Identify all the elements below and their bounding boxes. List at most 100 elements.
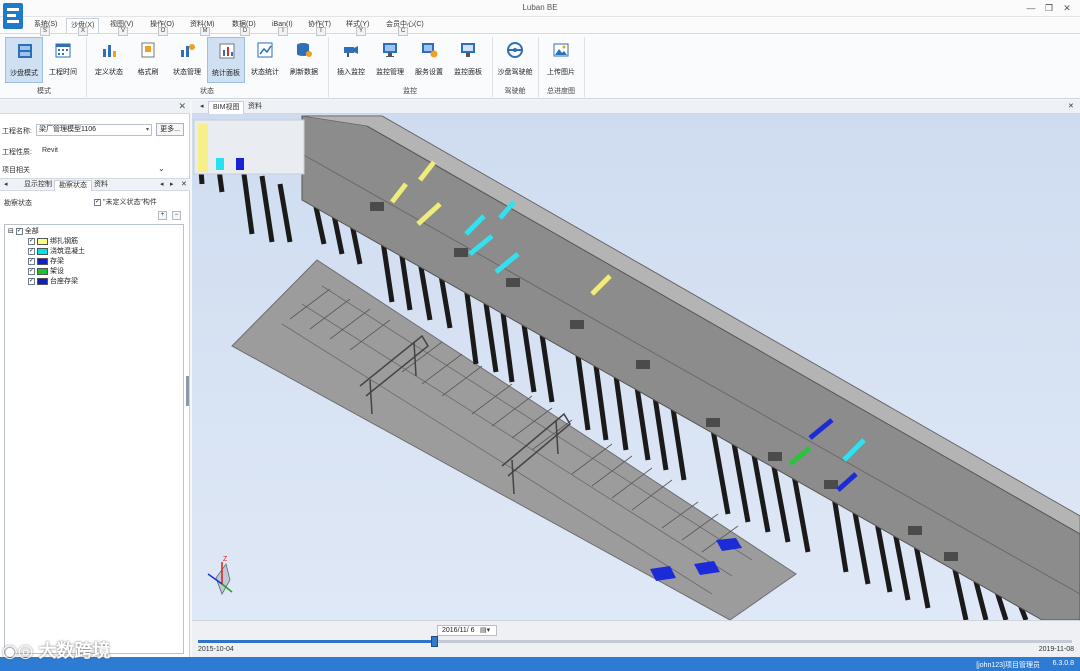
current-date-value: 2016/11/ 6 [442, 627, 475, 634]
restore-button[interactable]: ❐ [1042, 2, 1056, 14]
ribbon: 沙盘模式 工程时间 模式 定义状态 格式刷 状态管理 统计面板 状态统计 刷新数… [0, 33, 1080, 99]
viewport-tab-close-icon[interactable]: ✕ [1064, 101, 1078, 114]
tree-item-checkbox[interactable]: ✓ [28, 257, 35, 265]
steering-wheel-icon [507, 42, 523, 58]
undefined-status-checkbox[interactable]: ✓ [94, 198, 101, 206]
timeline-slider-thumb[interactable] [430, 636, 438, 647]
add-status-button[interactable]: + [158, 211, 167, 220]
bim-3d-viewport[interactable]: Z [192, 114, 1080, 620]
legend-bar-yellow [198, 124, 208, 172]
monitor-panel-button[interactable]: 监控面板 [449, 37, 487, 83]
calendar-picker-icon[interactable]: ▤▾ [480, 626, 490, 634]
minimize-button[interactable]: — [1024, 2, 1038, 14]
panel-header: ✕ [0, 100, 190, 114]
group-label-cockpit: 驾驶舱 [504, 88, 526, 95]
status-color-swatch [37, 267, 48, 275]
axis-z-label: Z [223, 556, 228, 563]
project-time-label: 工程时间 [49, 69, 77, 76]
tree-item[interactable]: ✓ 架设 [28, 267, 64, 276]
refresh-data-button[interactable]: 刷新数据 [285, 37, 323, 83]
panel-splitter[interactable] [186, 376, 189, 406]
viewport-tab-prev-icon[interactable]: ◂ [196, 101, 208, 114]
define-status-icon [103, 45, 116, 57]
project-name-select[interactable]: 梁厂管理模型1106 ▾ [36, 124, 152, 136]
remove-status-button[interactable]: − [172, 211, 181, 220]
tab-bim-view[interactable]: BIM视图 [208, 101, 245, 114]
project-name-label: 工程名称: [2, 128, 32, 135]
tab-survey-status[interactable]: 勘察状态 [54, 180, 92, 191]
watermark-text: 大数跨境 [38, 641, 111, 661]
cockpit-button[interactable]: 沙盘驾驶舱 [496, 37, 534, 83]
tab-materials[interactable]: 资料 [90, 180, 112, 191]
tree-item[interactable]: ✓ 台座存梁 [28, 277, 78, 286]
project-panel: ✕ 工程名称: 梁厂管理模型1106 ▾ 更多... 工程性质: Revit 项… [0, 100, 190, 657]
group-label-mode: 模式 [37, 88, 51, 95]
tree-item-checkbox[interactable]: ✓ [28, 267, 35, 275]
tab-nav-left-icon[interactable]: ◂ [0, 180, 12, 191]
format-brush-button[interactable]: 格式刷 [129, 37, 167, 83]
timeline-bar: 2016/11/ 6 ▤▾ 2015-10-04 2019-11-08 [192, 620, 1080, 657]
tab-display-control[interactable]: 显示控制 [20, 180, 56, 191]
related-section-label: 项目相关 [2, 167, 30, 174]
watermark: ◉◎ 大数跨境 [2, 637, 110, 663]
hotkey-t: T [316, 27, 326, 36]
upload-image-button[interactable]: 上传图片 [542, 37, 580, 83]
service-settings-button[interactable]: 服务设置 [410, 37, 448, 83]
timeline-end-date: 2019-11-08 [1038, 646, 1074, 653]
tree-collapse-icon[interactable]: ⊟ [8, 228, 14, 235]
close-button[interactable]: ✕ [1060, 2, 1074, 14]
undefined-status-label: "未定义状态"构件 [102, 199, 157, 206]
tab-nav-next-icon[interactable]: ▸ [166, 180, 178, 191]
bim-model-scene[interactable]: Z [192, 114, 1080, 620]
status-version: 6.3.0.8 [1052, 660, 1074, 667]
timeline-start-date: 2015-10-04 [198, 646, 234, 653]
luban-logo-icon[interactable] [3, 3, 23, 29]
tree-root-checkbox[interactable]: ✓ [15, 227, 23, 235]
hotkey-d: D [240, 27, 250, 36]
sandbox-mode-button[interactable]: 沙盘模式 [5, 37, 43, 83]
insert-camera-icon [344, 46, 358, 57]
tree-root[interactable]: ⊟ ✓ 全部 [8, 227, 39, 236]
collapse-chevron-icon[interactable]: ⌄ [158, 164, 165, 173]
project-time-button[interactable]: 工程时间 [44, 37, 82, 83]
status-bar: [john123]项目管理员 6.3.0.8 [0, 657, 1080, 671]
stats-panel-icon [219, 43, 235, 59]
upload-image-icon [553, 43, 569, 57]
status-tree: ⊟ ✓ 全部 ✓ 绑扎钢筋 ✓ 浇筑混凝土 ✓ 存梁 ✓ 架设 ✓ 台座存梁 [4, 224, 184, 654]
tree-item-label: 台座存梁 [50, 278, 78, 285]
project-name-value: 梁厂管理模型1106 [39, 126, 97, 133]
tree-item-label: 绑扎钢筋 [50, 238, 78, 245]
define-status-button[interactable]: 定义状态 [90, 37, 128, 83]
status-user: [john123]项目管理员 [976, 662, 1040, 669]
hotkey-i: I [278, 27, 288, 36]
tree-item-checkbox[interactable]: ✓ [28, 277, 35, 285]
monitor-manage-button[interactable]: 监控管理 [371, 37, 409, 83]
status-color-swatch [37, 257, 48, 265]
tree-item-label: 架设 [50, 268, 64, 275]
group-label-status: 状态 [200, 88, 214, 95]
timeline-track[interactable] [198, 640, 1072, 643]
legend-bar-cyan [216, 158, 224, 170]
tree-item[interactable]: ✓ 存梁 [28, 257, 64, 266]
stats-panel-button[interactable]: 统计面板 [207, 37, 245, 83]
tab-close-icon[interactable]: ✕ [177, 180, 191, 191]
tree-item-checkbox[interactable]: ✓ [28, 237, 35, 245]
status-stats-button[interactable]: 状态统计 [246, 37, 284, 83]
tree-item[interactable]: ✓ 浇筑混凝土 [28, 247, 85, 256]
monitor-panel-label: 监控面板 [454, 69, 482, 76]
insert-camera-button[interactable]: 插入监控 [332, 37, 370, 83]
status-stats-icon [257, 42, 273, 58]
service-settings-icon [422, 43, 438, 58]
tree-item-label: 存梁 [50, 258, 64, 265]
panel-close-icon[interactable]: ✕ [178, 101, 186, 112]
tab-viewport-materials[interactable]: 资料 [244, 101, 266, 114]
more-button[interactable]: 更多... [156, 123, 184, 136]
status-manage-button[interactable]: 状态管理 [168, 37, 206, 83]
chevron-down-icon: ▾ [145, 127, 149, 133]
project-type-label: 工程性质: [2, 149, 32, 156]
undefined-status-option[interactable]: ✓ "未定义状态"构件 [94, 197, 157, 207]
tree-item-checkbox[interactable]: ✓ [28, 247, 35, 255]
tree-item[interactable]: ✓ 绑扎钢筋 [28, 237, 78, 246]
status-color-swatch [37, 237, 48, 245]
status-color-swatch [37, 247, 48, 255]
